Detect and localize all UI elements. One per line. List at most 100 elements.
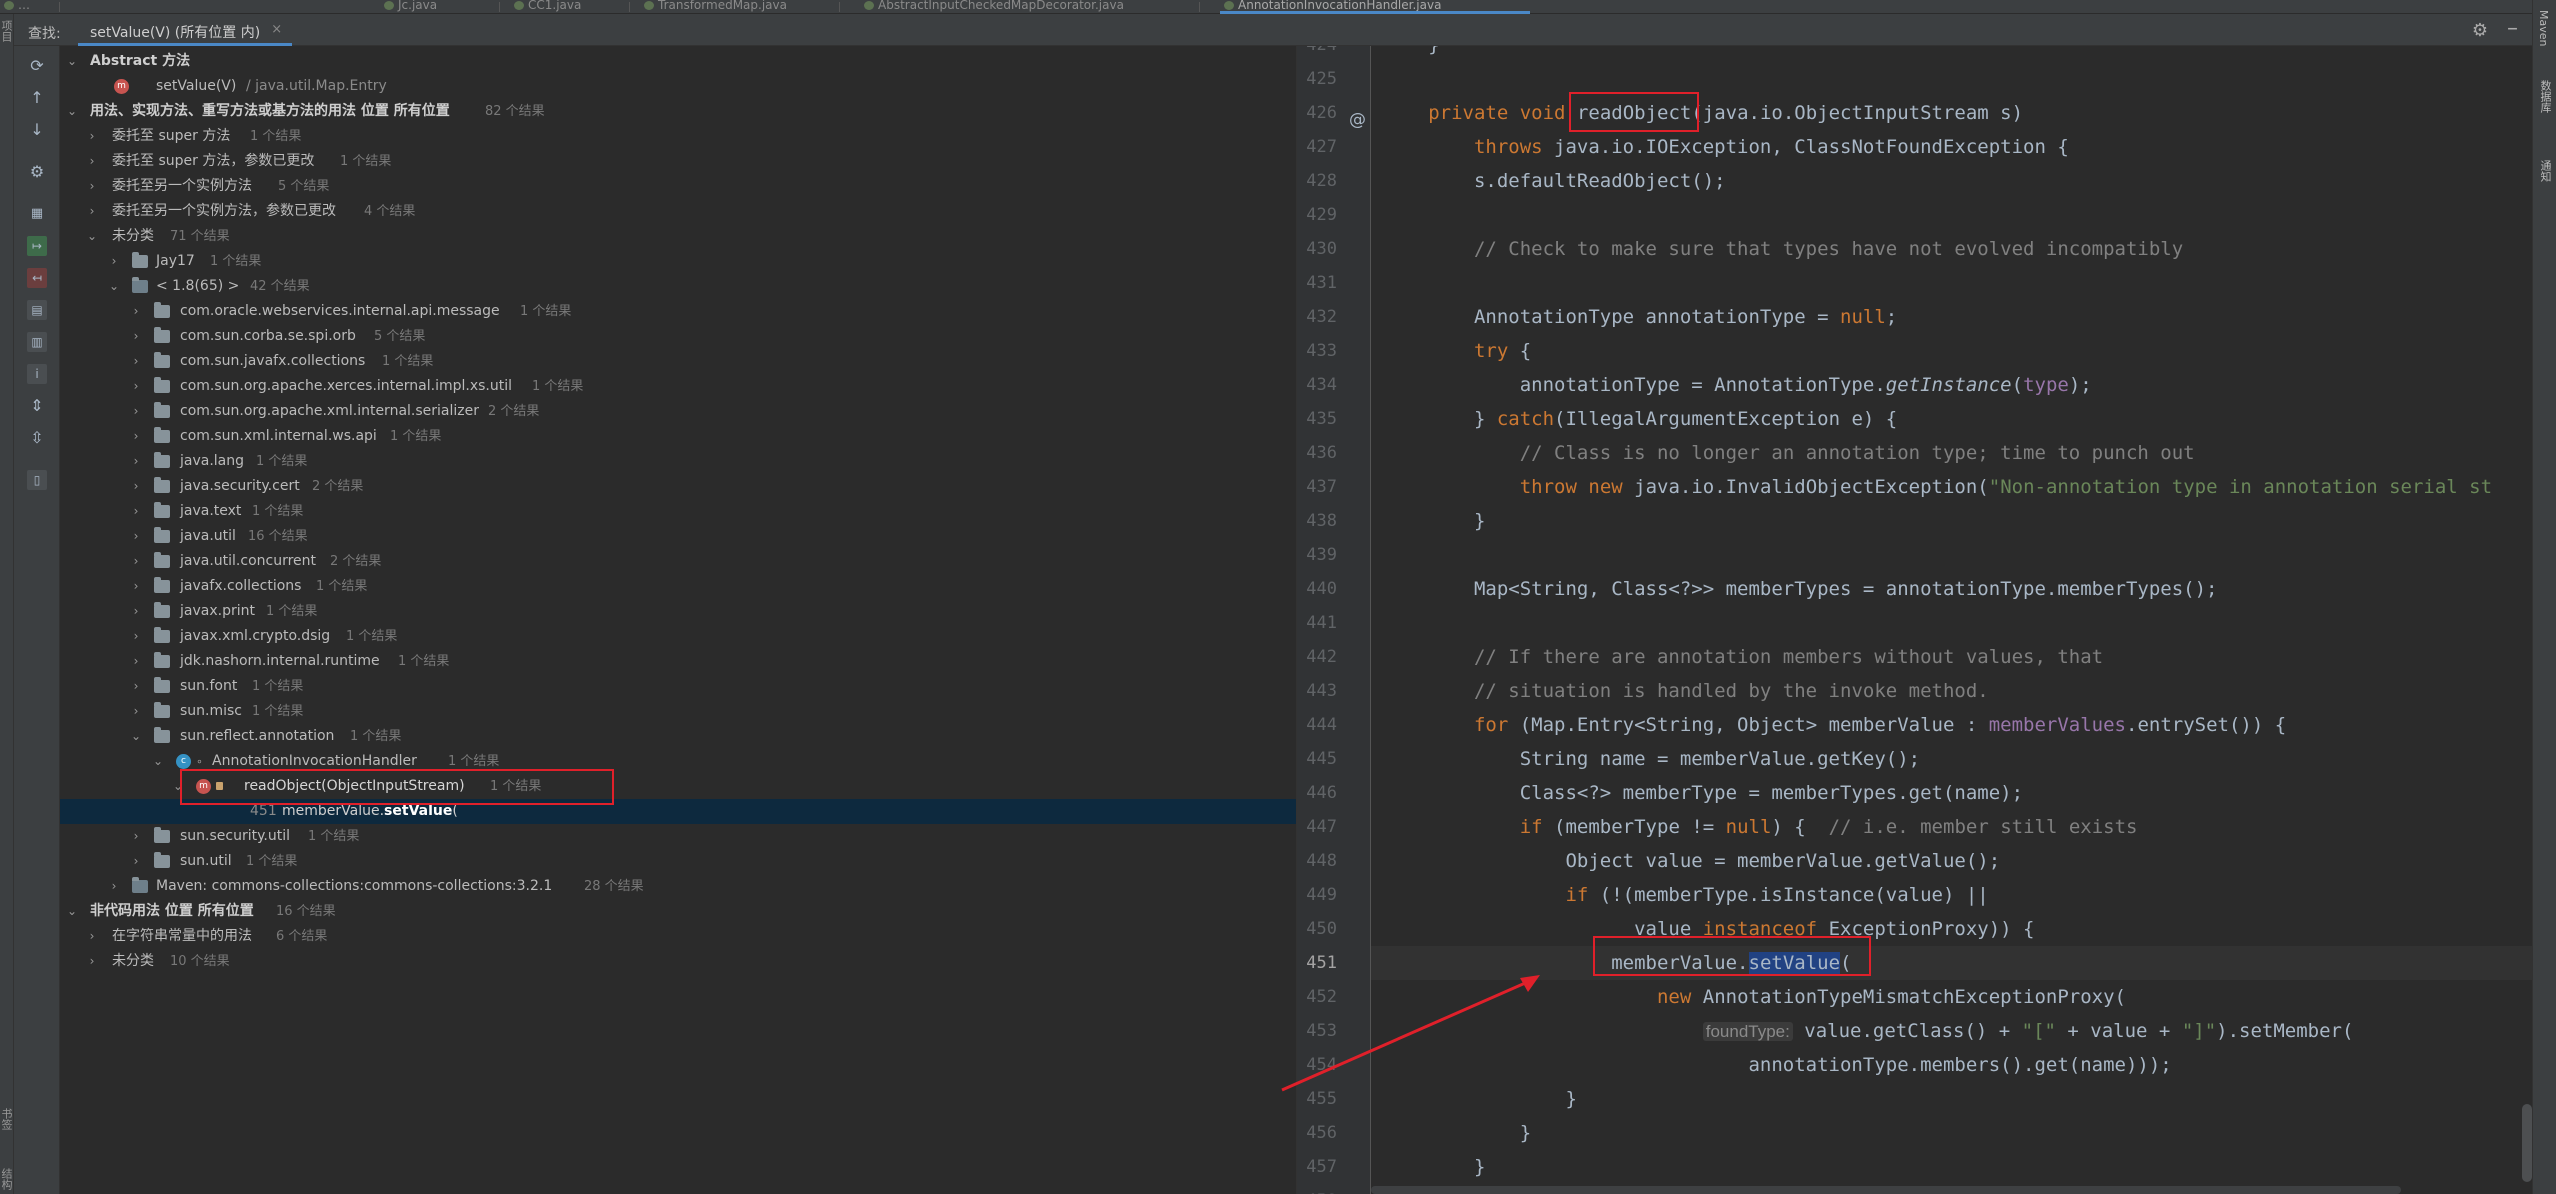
line-number[interactable]: 433 [1297, 334, 1337, 368]
chevron-right-icon[interactable]: › [86, 199, 98, 224]
tree-package[interactable]: › com.sun.org.apache.xml.internal.seriali… [60, 399, 1296, 424]
code-line[interactable]: Map<String, Class<?>> memberTypes = anno… [1371, 572, 2532, 606]
chevron-down-icon[interactable]: ⌄ [108, 274, 120, 299]
chevron-down-icon[interactable]: ⌄ [66, 899, 78, 924]
line-number[interactable]: 429 [1297, 198, 1337, 232]
group-by-package-icon[interactable]: ▥ [27, 332, 47, 352]
code-line[interactable]: s.defaultReadObject(); [1371, 164, 2532, 198]
code-line[interactable] [1371, 606, 2532, 640]
chevron-right-icon[interactable]: › [130, 474, 142, 499]
chevron-down-icon[interactable]: ⌄ [172, 774, 184, 799]
code-line[interactable]: throw new java.io.InvalidObjectException… [1371, 470, 2532, 504]
code-line[interactable]: } catch(IllegalArgumentException e) { [1371, 402, 2532, 436]
chevron-right-icon[interactable]: › [86, 949, 98, 974]
line-number[interactable]: 430 [1297, 232, 1337, 266]
tree-package[interactable]: › java.text 1 个结果 [60, 499, 1296, 524]
close-icon[interactable]: × [271, 22, 282, 37]
chevron-right-icon[interactable]: › [130, 374, 142, 399]
tree-package[interactable]: › javafx.collections 1 个结果 [60, 574, 1296, 599]
code-line[interactable]: Class<?> memberType = memberTypes.get(na… [1371, 776, 2532, 810]
tree-package[interactable]: ⌄ sun.reflect.annotation 1 个结果 [60, 724, 1296, 749]
code-line[interactable] [1371, 62, 2532, 96]
autoscroll-icon[interactable]: ↤ [27, 268, 47, 288]
editor-tab[interactable]: … [0, 0, 60, 14]
tree-group-abstract[interactable]: ⌄ Abstract 方法 [60, 49, 1296, 74]
chevron-right-icon[interactable]: › [130, 299, 142, 324]
vertical-scrollbar[interactable] [2522, 1104, 2532, 1182]
tree-package[interactable]: › java.util.concurrent 2 个结果 [60, 549, 1296, 574]
chevron-right-icon[interactable]: › [130, 499, 142, 524]
next-occurrence-icon[interactable]: ↓ [27, 120, 47, 140]
tree-group-noncode[interactable]: ⌄ 非代码用法 位置 所有位置 16 个结果 [60, 899, 1296, 924]
code-line[interactable]: try { [1371, 334, 2532, 368]
code-line[interactable]: } [1371, 1150, 2532, 1184]
editor-tab[interactable]: CC1.java [510, 0, 630, 14]
code-line[interactable]: AnnotationType annotationType = null; [1371, 300, 2532, 334]
line-number[interactable]: 457 [1297, 1150, 1337, 1184]
tree-package[interactable]: › java.security.cert 2 个结果 [60, 474, 1296, 499]
chevron-right-icon[interactable]: › [130, 549, 142, 574]
chevron-down-icon[interactable]: ⌄ [66, 49, 78, 74]
tree-package[interactable]: › sun.misc 1 个结果 [60, 699, 1296, 724]
tree-category[interactable]: › 未分类 10 个结果 [60, 949, 1296, 974]
code-line[interactable]: // situation is handled by the invoke me… [1371, 674, 2532, 708]
tree-package[interactable]: › java.util 16 个结果 [60, 524, 1296, 549]
editor-tab-active[interactable]: AnnotationInvocationHandler.java [1220, 0, 1530, 14]
line-number[interactable]: 424 [1297, 46, 1337, 62]
chevron-right-icon[interactable]: › [130, 699, 142, 724]
chevron-right-icon[interactable]: › [130, 449, 142, 474]
tree-package[interactable]: › sun.font 1 个结果 [60, 674, 1296, 699]
chevron-right-icon[interactable]: › [130, 574, 142, 599]
chevron-right-icon[interactable]: › [86, 124, 98, 149]
chevron-right-icon[interactable]: › [130, 324, 142, 349]
project-tool-label[interactable]: 项目 [0, 16, 14, 46]
tree-package[interactable]: › javax.print 1 个结果 [60, 599, 1296, 624]
chevron-right-icon[interactable]: › [130, 349, 142, 374]
group-by-module-icon[interactable]: ▤ [27, 300, 47, 320]
tree-package[interactable]: › com.sun.javafx.collections 1 个结果 [60, 349, 1296, 374]
line-number[interactable]: 432 [1297, 300, 1337, 334]
line-number[interactable]: 441 [1297, 606, 1337, 640]
line-number[interactable]: 440 [1297, 572, 1337, 606]
code-line[interactable]: Object value = memberValue.getValue(); [1371, 844, 2532, 878]
code-line[interactable]: } [1371, 504, 2532, 538]
find-results-tab[interactable]: setValue(V) (所有位置 内) × [78, 14, 293, 46]
chevron-right-icon[interactable]: › [130, 399, 142, 424]
preview-icon[interactable]: ▯ [27, 470, 47, 490]
line-number[interactable]: 436 [1297, 436, 1337, 470]
code-line[interactable]: if (memberType != null) { // i.e. member… [1371, 810, 2532, 844]
rerun-icon[interactable]: ⟳ [27, 56, 47, 76]
editor-tab[interactable]: AbstractInputCheckedMapDecorator.java [860, 0, 1200, 14]
code-line[interactable]: // If there are annotation members witho… [1371, 640, 2532, 674]
tree-module[interactable]: › Jay17 1 个结果 [60, 249, 1296, 274]
line-number[interactable]: 439 [1297, 538, 1337, 572]
line-number[interactable]: 425 [1297, 62, 1337, 96]
code-line[interactable]: } [1371, 1116, 2532, 1150]
maven-tool-label[interactable]: Maven [2537, 10, 2550, 46]
code-line[interactable]: private void readObject(java.io.ObjectIn… [1371, 96, 2532, 130]
tree-package[interactable]: › sun.security.util 1 个结果 [60, 824, 1296, 849]
line-number[interactable]: 448 [1297, 844, 1337, 878]
tree-category[interactable]: › 委托至 super 方法，参数已更改 1 个结果 [60, 149, 1296, 174]
line-number[interactable]: 449 [1297, 878, 1337, 912]
line-number[interactable]: 437 [1297, 470, 1337, 504]
code-line[interactable]: // Class is no longer an annotation type… [1371, 436, 2532, 470]
code-line[interactable]: for (Map.Entry<String, Object> memberVal… [1371, 708, 2532, 742]
line-number[interactable]: 446 [1297, 776, 1337, 810]
line-number[interactable]: 435 [1297, 402, 1337, 436]
override-annotation-icon[interactable]: @ [1349, 110, 1366, 130]
code-line[interactable]: String name = memberValue.getKey(); [1371, 742, 2532, 776]
horizontal-scrollbar[interactable] [1371, 1186, 2401, 1194]
chevron-right-icon[interactable]: › [130, 674, 142, 699]
line-number[interactable]: 434 [1297, 368, 1337, 402]
tree-library-maven[interactable]: › Maven: commons-collections:commons-col… [60, 874, 1296, 899]
line-number[interactable]: 458 [1297, 1184, 1337, 1194]
group-by-icon[interactable]: ▦ [27, 204, 47, 224]
tree-package[interactable]: › jdk.nashorn.internal.runtime 1 个结果 [60, 649, 1296, 674]
line-number[interactable]: 443 [1297, 674, 1337, 708]
info-icon[interactable]: i [27, 364, 47, 384]
line-number[interactable]: 431 [1297, 266, 1337, 300]
line-number[interactable]: 428 [1297, 164, 1337, 198]
chevron-right-icon[interactable]: › [86, 924, 98, 949]
line-number[interactable]: 447 [1297, 810, 1337, 844]
